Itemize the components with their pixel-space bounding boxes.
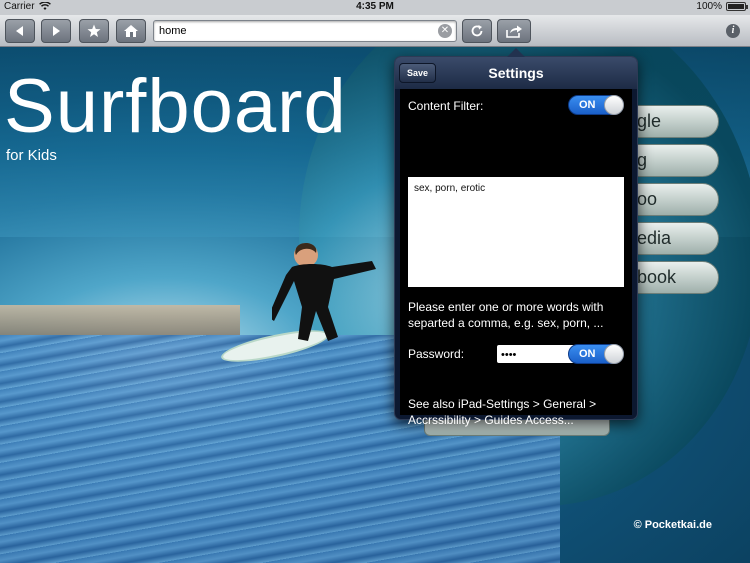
filter-words-input[interactable]: sex, porn, erotic [408, 177, 624, 287]
url-input[interactable] [154, 21, 424, 41]
forward-arrow-icon [53, 26, 60, 36]
password-label: Password: [408, 347, 465, 361]
star-icon [87, 24, 101, 37]
surfer-image [272, 243, 376, 341]
share-button[interactable] [497, 19, 531, 43]
content-filter-toggle-label: ON [579, 99, 596, 111]
battery-fill [728, 4, 744, 9]
app-subtitle: for Kids [6, 147, 57, 164]
toggle-knob [604, 95, 624, 115]
filter-instructions: Please enter one or more words with sepa… [408, 300, 604, 330]
battery-percent: 100% [696, 1, 722, 12]
shoreline-image [0, 305, 240, 335]
back-arrow-icon [16, 26, 23, 36]
popover-body: Content Filter: ON sex, porn, erotic Ple… [400, 89, 632, 427]
settings-popover: Save Settings Content Filter: ON sex, po… [394, 48, 638, 427]
popover-title: Settings [488, 65, 544, 81]
password-toggle-label: ON [579, 348, 596, 360]
app-title: Surfboard [4, 64, 347, 149]
clock: 4:35 PM [356, 1, 394, 12]
forward-button[interactable] [41, 19, 71, 43]
url-bar[interactable]: ✕ [153, 20, 457, 42]
copyright-label: © Pocketkai.de [633, 519, 712, 531]
home-button[interactable] [116, 19, 146, 43]
status-bar: Carrier 4:35 PM 100% [0, 0, 750, 15]
info-icon[interactable]: i [726, 24, 740, 38]
status-right: 100% [696, 1, 748, 12]
popover-header: Save Settings [395, 57, 637, 89]
content-filter-toggle[interactable]: ON [568, 95, 624, 115]
home-icon [124, 25, 138, 37]
battery-icon [726, 2, 748, 11]
content-filter-label: Content Filter: [408, 99, 484, 113]
share-icon [506, 25, 522, 38]
bookmarks-button[interactable] [79, 19, 109, 43]
browser-toolbar: ✕ i [0, 15, 750, 47]
back-button[interactable] [5, 19, 35, 43]
see-also-note: See also iPad-Settings > General > Accrs… [408, 397, 597, 427]
password-toggle[interactable]: ON [568, 344, 624, 364]
password-input[interactable] [497, 346, 567, 364]
clear-url-icon[interactable]: ✕ [438, 24, 452, 38]
reload-button[interactable] [462, 19, 492, 43]
toggle-knob [604, 344, 624, 364]
reload-icon [471, 25, 483, 37]
